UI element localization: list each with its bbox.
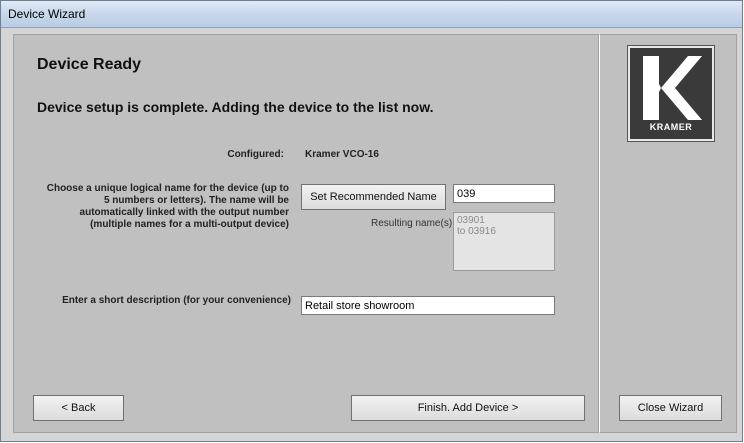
name-instruction: Choose a unique logical name for the dev… [46, 183, 289, 230]
description-label: Enter a short description (for your conv… [62, 295, 291, 306]
resulting-name-line: to 03916 [457, 226, 496, 237]
description-input[interactable] [301, 296, 555, 315]
window-title: Device Wizard [8, 7, 86, 21]
status-message: Device setup is complete. Adding the dev… [37, 99, 434, 115]
finish-add-device-button[interactable]: Finish. Add Device > [351, 395, 585, 421]
back-button-label: < Back [61, 402, 96, 414]
finish-button-label: Finish. Add Device > [417, 402, 519, 414]
configured-value: Kramer VCO-16 [305, 149, 379, 160]
back-button[interactable]: < Back [33, 395, 124, 421]
page-title: Device Ready [37, 56, 142, 73]
logical-name-input[interactable] [453, 184, 555, 203]
resulting-names-box: 03901 to 03916 [453, 212, 555, 271]
configured-label: Configured: [227, 149, 284, 160]
title-bar[interactable]: Device Wizard [1, 1, 742, 28]
resulting-name-line: 03901 [457, 215, 485, 226]
close-wizard-label: Close Wizard [637, 402, 704, 414]
close-wizard-button[interactable]: Close Wizard [619, 395, 722, 421]
set-recommended-name-label: Set Recommended Name [310, 191, 437, 203]
kramer-logo: KRAMER [628, 46, 714, 141]
resulting-names-label: Resulting name(s): [371, 218, 455, 229]
set-recommended-name-button[interactable]: Set Recommended Name [301, 184, 446, 210]
device-wizard-window: Device Wizard Device Ready Device setup … [0, 0, 743, 442]
kramer-logo-text: KRAMER [649, 122, 693, 132]
